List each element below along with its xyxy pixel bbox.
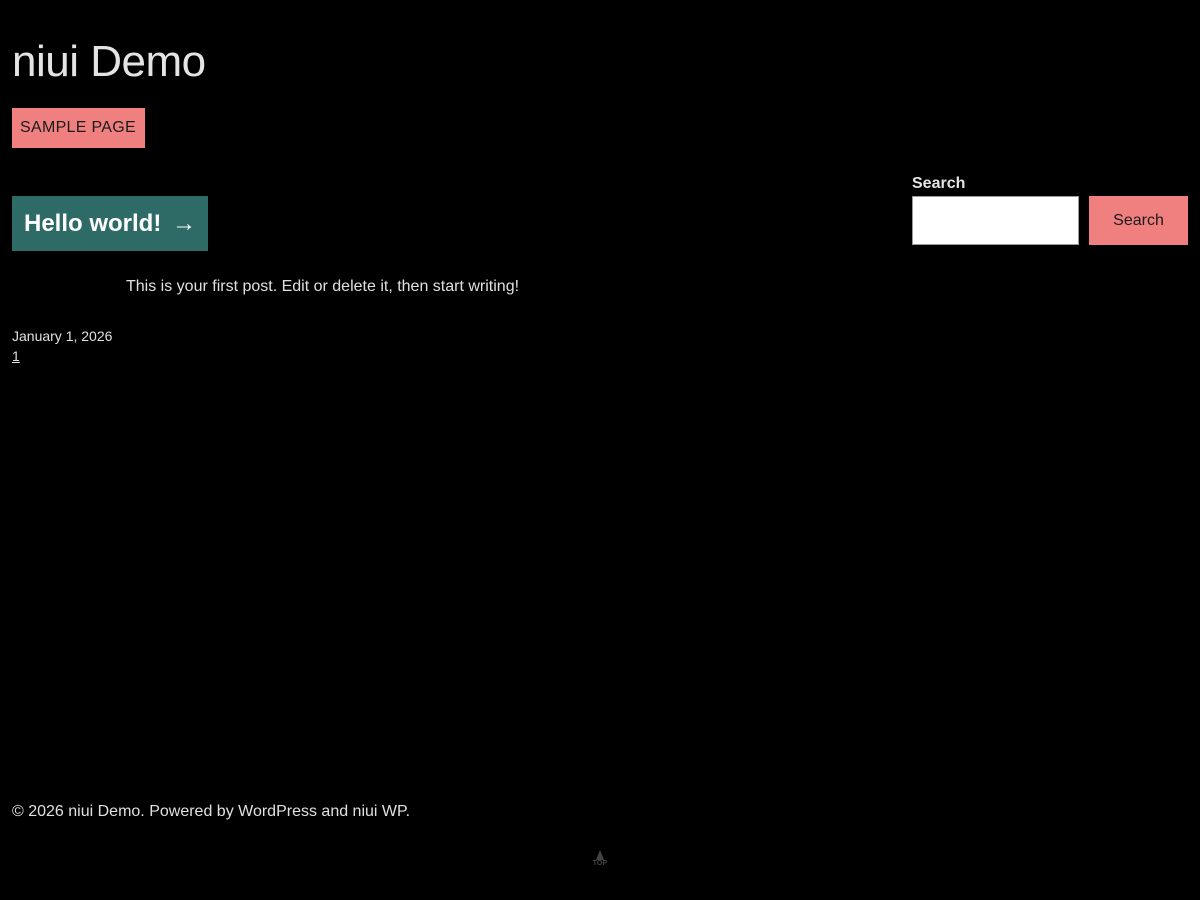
site-title[interactable]: niui Demo xyxy=(12,36,206,88)
page: niui Demo SAMPLE PAGE Hello world! → Thi… xyxy=(0,0,1200,900)
back-to-top-button[interactable]: TOP xyxy=(590,850,610,870)
nav-item-sample-page-wrapper: SAMPLE PAGE xyxy=(12,108,145,148)
pagination-page-1[interactable]: 1 xyxy=(12,347,20,365)
search-label: Search xyxy=(912,175,966,192)
post-title-text: Hello world! xyxy=(24,210,162,237)
post-date: January 1, 2026 xyxy=(12,328,113,344)
post-excerpt: This is your first post. Edit or delete … xyxy=(126,278,520,295)
footer-copyright: © 2026 niui Demo. Powered by WordPress a… xyxy=(12,803,411,820)
main-navigation: SAMPLE PAGE xyxy=(12,108,145,148)
nav-item-sample-page[interactable]: SAMPLE PAGE xyxy=(12,108,145,148)
search-input[interactable] xyxy=(912,196,1079,245)
arrow-right-icon: → xyxy=(172,210,197,237)
back-to-top-label: TOP xyxy=(592,860,608,867)
rocket-icon xyxy=(596,850,604,860)
search-button[interactable]: Search xyxy=(1089,196,1188,245)
post-title-link[interactable]: Hello world! → xyxy=(12,196,209,251)
